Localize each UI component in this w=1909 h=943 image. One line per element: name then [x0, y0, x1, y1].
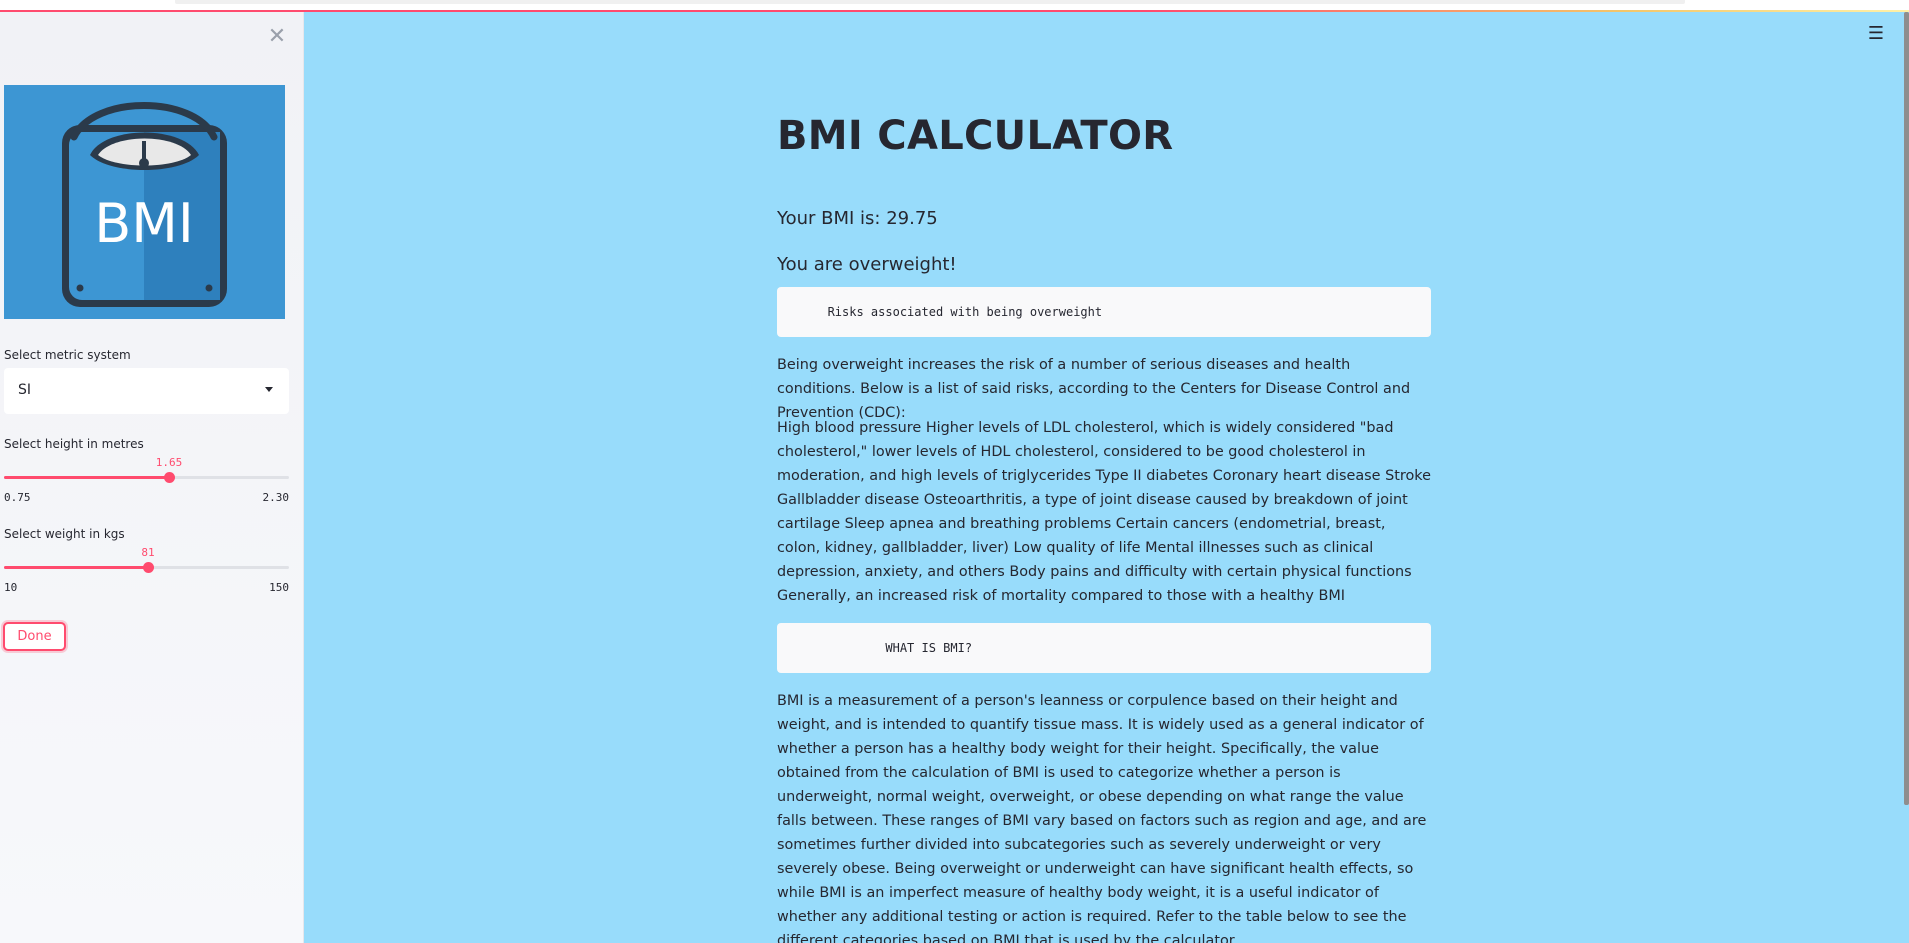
risks-heading-box: Risks associated with being overweight: [777, 287, 1431, 337]
risks-intro: Being overweight increases the risk of a…: [777, 357, 1411, 421]
page-title: BMI CALCULATOR: [777, 113, 1174, 159]
weight-status: You are overweight!: [777, 254, 957, 275]
metric-system-select[interactable]: SI: [4, 368, 289, 414]
slider-thumb[interactable]: [163, 472, 175, 483]
what-is-bmi-heading-box: WHAT IS BMI?: [777, 623, 1431, 673]
chevron-down-icon: [265, 387, 273, 392]
bmi-scale-logo: BMI: [4, 85, 285, 319]
slider-fill: [4, 476, 169, 479]
height-slider[interactable]: 1.65 0.75 2.30: [4, 456, 290, 508]
sidebar: ✕ BMI Select metric system SI Select hei…: [0, 12, 304, 943]
metric-system-value: SI: [18, 382, 32, 398]
slider-fill: [4, 566, 148, 569]
close-icon[interactable]: ✕: [266, 26, 288, 48]
hamburger-menu-icon[interactable]: ☰: [1866, 24, 1886, 44]
metric-system-label: Select metric system: [4, 348, 131, 362]
decoration-stripe: [0, 10, 1909, 12]
scrollbar[interactable]: [1904, 12, 1909, 805]
what-is-bmi-heading: WHAT IS BMI?: [777, 641, 973, 655]
app-top-bar: [0, 0, 1909, 12]
slider-current-value: 1.65: [155, 456, 183, 469]
slider-max: 150: [269, 581, 289, 594]
bmi-result: Your BMI is: 29.75: [777, 208, 938, 229]
risks-list: High blood pressure Higher levels of LDL…: [777, 420, 1431, 604]
weight-slider-label: Select weight in kgs: [4, 527, 125, 541]
done-button[interactable]: Done: [3, 622, 66, 651]
weight-slider[interactable]: 81 10 150: [4, 546, 289, 598]
slider-min: 0.75: [4, 491, 31, 504]
slider-current-value: 81: [141, 546, 155, 559]
risks-heading: Risks associated with being overweight: [777, 305, 1103, 319]
logo-text: BMI: [94, 192, 194, 255]
slider-min: 10: [4, 581, 18, 594]
browser-scroll-track: [175, 0, 1685, 4]
scale-icon: BMI: [4, 85, 285, 319]
what-is-bmi-text: BMI is a measurement of a person's leann…: [777, 693, 1427, 943]
slider-thumb[interactable]: [142, 562, 154, 573]
slider-max: 2.30: [262, 491, 290, 504]
height-slider-label: Select height in metres: [4, 437, 144, 451]
